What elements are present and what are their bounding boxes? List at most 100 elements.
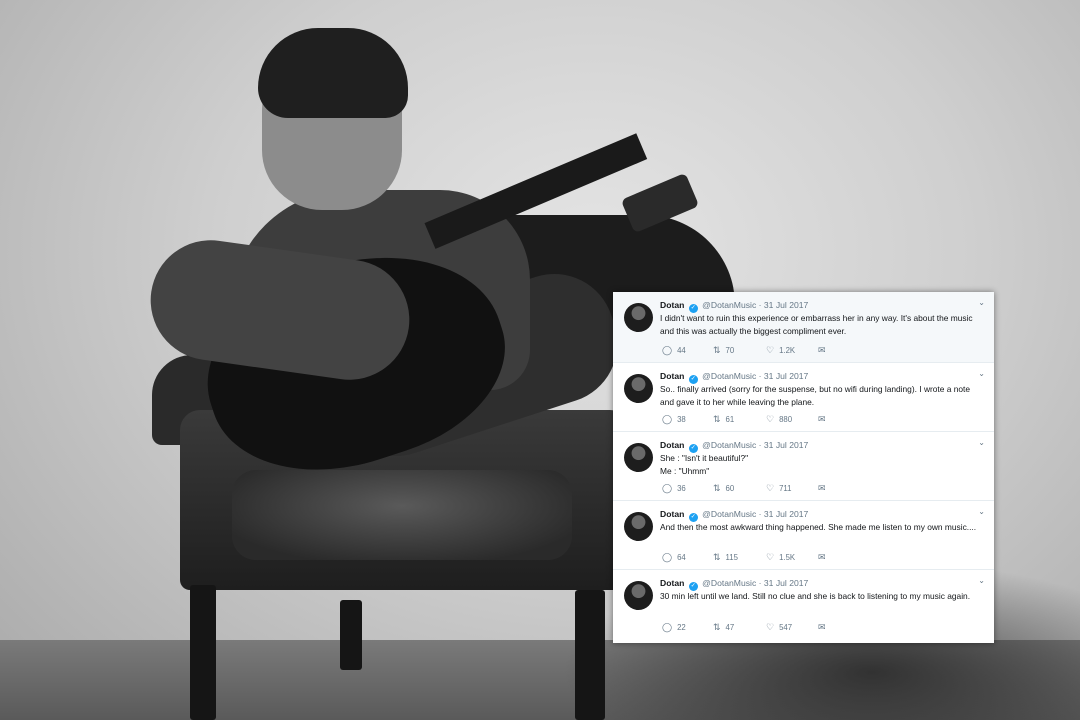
author-name[interactable]: Dotan — [660, 440, 684, 450]
retweet-button[interactable]: ⇅ 61 — [713, 413, 734, 426]
retweet-icon: ⇅ — [713, 622, 721, 632]
retweet-icon: ⇅ — [713, 345, 721, 355]
dm-button[interactable]: ✉ — [818, 482, 831, 495]
tweet-header: Dotan ✓ @DotanMusic · 31 Jul 2017 — [660, 299, 974, 313]
author-name[interactable]: Dotan — [660, 509, 684, 519]
reply-button[interactable]: ◯ 44 — [662, 344, 686, 357]
armchair-leg — [575, 590, 605, 720]
author-name[interactable]: Dotan — [660, 371, 684, 381]
tweet-date[interactable]: · 31 Jul 2017 — [759, 578, 809, 588]
tweet-header: Dotan ✓ @DotanMusic · 31 Jul 2017 — [660, 439, 974, 453]
avatar[interactable] — [624, 512, 653, 541]
envelope-icon: ✉ — [818, 552, 826, 562]
avatar[interactable] — [624, 443, 653, 472]
envelope-icon: ✉ — [818, 622, 826, 632]
tweet-text: I didn't want to ruin this experience or… — [660, 313, 973, 336]
tweet[interactable]: Dotan ✓ @DotanMusic · 31 Jul 2017 ⌄ I di… — [613, 292, 994, 363]
reply-button[interactable]: ◯ 38 — [662, 413, 686, 426]
reply-count: 38 — [677, 415, 686, 424]
person-hair — [258, 28, 408, 118]
tweet-text: 30 min left until we land. Still no clue… — [660, 591, 971, 601]
retweet-button[interactable]: ⇅ 115 — [713, 551, 738, 564]
reply-button[interactable]: ◯ 22 — [662, 621, 686, 634]
heart-icon: ♡ — [766, 622, 775, 632]
envelope-icon: ✉ — [818, 483, 826, 493]
dm-button[interactable]: ✉ — [818, 551, 831, 564]
tweet-header: Dotan ✓ @DotanMusic · 31 Jul 2017 — [660, 508, 974, 522]
like-count: 711 — [779, 484, 792, 493]
tweet-date[interactable]: · 31 Jul 2017 — [759, 300, 809, 310]
reply-icon: ◯ — [662, 345, 673, 355]
retweet-count: 60 — [725, 484, 735, 493]
author-name[interactable]: Dotan — [660, 300, 684, 310]
like-button[interactable]: ♡ 1.2K — [766, 344, 795, 357]
tweet[interactable]: Dotan ✓ @DotanMusic · 31 Jul 2017 ⌄ She … — [613, 432, 994, 501]
envelope-icon: ✉ — [818, 414, 826, 424]
reply-icon: ◯ — [662, 414, 673, 424]
retweet-icon: ⇅ — [713, 414, 721, 424]
envelope-icon: ✉ — [818, 345, 826, 355]
tweet-date[interactable]: · 31 Jul 2017 — [759, 371, 809, 381]
avatar[interactable] — [624, 581, 653, 610]
reply-count: 64 — [677, 553, 686, 562]
author-handle[interactable]: @DotanMusic — [702, 300, 756, 310]
author-name[interactable]: Dotan — [660, 578, 684, 588]
heart-icon: ♡ — [766, 345, 775, 355]
like-button[interactable]: ♡ 547 — [766, 621, 792, 634]
reply-icon: ◯ — [662, 622, 673, 632]
like-count: 1.2K — [779, 346, 796, 355]
retweet-button[interactable]: ⇅ 47 — [713, 621, 734, 634]
tweet-thread: Dotan ✓ @DotanMusic · 31 Jul 2017 ⌄ I di… — [613, 292, 994, 643]
author-handle[interactable]: @DotanMusic — [702, 440, 756, 450]
retweet-icon: ⇅ — [713, 552, 721, 562]
retweet-button[interactable]: ⇅ 60 — [713, 482, 734, 495]
reply-count: 22 — [677, 623, 686, 632]
tweet-header: Dotan ✓ @DotanMusic · 31 Jul 2017 — [660, 577, 974, 591]
tweet-text: And then the most awkward thing happened… — [660, 522, 977, 532]
like-count: 547 — [779, 623, 793, 632]
avatar[interactable] — [624, 374, 653, 403]
retweet-count: 47 — [725, 623, 735, 632]
tweet-text: So.. finally arrived (sorry for the susp… — [660, 384, 971, 407]
retweet-count: 70 — [725, 346, 735, 355]
retweet-count: 115 — [725, 553, 738, 562]
heart-icon: ♡ — [766, 414, 775, 424]
retweet-icon: ⇅ — [713, 483, 721, 493]
reply-button[interactable]: ◯ 36 — [662, 482, 686, 495]
chevron-down-icon[interactable]: ⌄ — [978, 576, 985, 585]
dm-button[interactable]: ✉ — [818, 344, 831, 357]
tweet-date[interactable]: · 31 Jul 2017 — [759, 440, 809, 450]
like-button[interactable]: ♡ 880 — [766, 413, 792, 426]
chevron-down-icon[interactable]: ⌄ — [978, 438, 985, 447]
retweet-count: 61 — [725, 415, 735, 424]
tweet-header: Dotan ✓ @DotanMusic · 31 Jul 2017 — [660, 370, 974, 384]
chevron-down-icon[interactable]: ⌄ — [978, 507, 985, 516]
avatar[interactable] — [624, 303, 653, 332]
retweet-button[interactable]: ⇅ 70 — [713, 344, 734, 357]
chevron-down-icon[interactable]: ⌄ — [978, 369, 985, 378]
reply-button[interactable]: ◯ 64 — [662, 551, 686, 564]
armchair-leg — [340, 600, 362, 670]
chevron-down-icon[interactable]: ⌄ — [978, 298, 985, 307]
armchair-cushion — [232, 470, 572, 560]
reply-count: 36 — [677, 484, 686, 493]
author-handle[interactable]: @DotanMusic — [702, 371, 756, 381]
dm-button[interactable]: ✉ — [818, 621, 831, 634]
like-count: 880 — [779, 415, 793, 424]
tweet[interactable]: Dotan ✓ @DotanMusic · 31 Jul 2017 ⌄ And … — [613, 501, 994, 570]
reply-icon: ◯ — [662, 483, 673, 493]
dm-button[interactable]: ✉ — [818, 413, 831, 426]
armchair-leg — [190, 585, 216, 720]
author-handle[interactable]: @DotanMusic — [702, 578, 756, 588]
tweet-date[interactable]: · 31 Jul 2017 — [759, 509, 809, 519]
heart-icon: ♡ — [766, 483, 775, 493]
like-count: 1.5K — [779, 553, 796, 562]
tweet[interactable]: Dotan ✓ @DotanMusic · 31 Jul 2017 ⌄ 30 m… — [613, 570, 994, 639]
tweet[interactable]: Dotan ✓ @DotanMusic · 31 Jul 2017 ⌄ So..… — [613, 363, 994, 432]
like-button[interactable]: ♡ 1.5K — [766, 551, 795, 564]
tweet-text: She : "Isn't it beautiful?" Me : "Uhmm" — [660, 453, 749, 476]
like-button[interactable]: ♡ 711 — [766, 482, 792, 495]
author-handle[interactable]: @DotanMusic — [702, 509, 756, 519]
heart-icon: ♡ — [766, 552, 775, 562]
reply-icon: ◯ — [662, 552, 673, 562]
